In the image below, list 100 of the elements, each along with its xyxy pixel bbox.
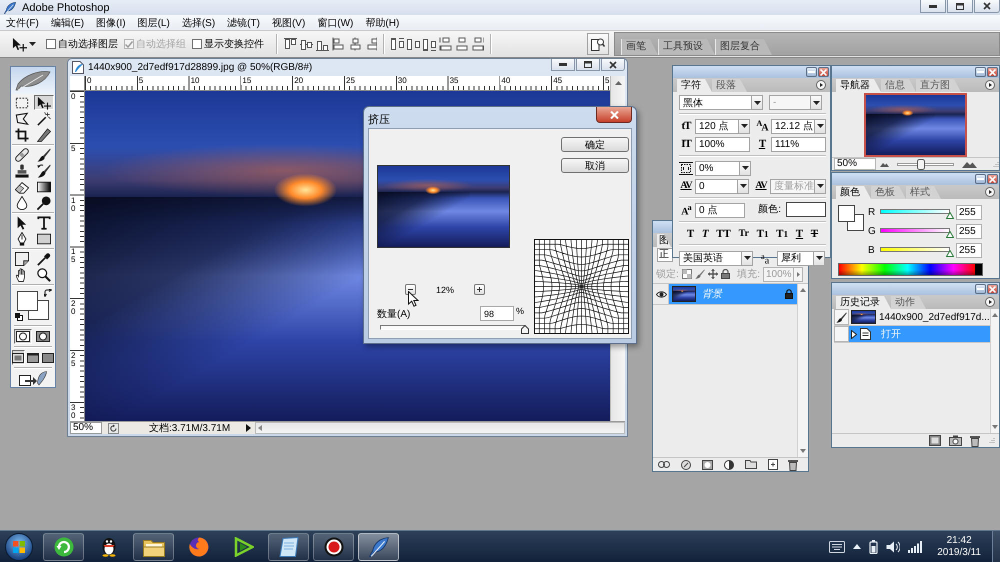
close-button[interactable] [987,284,998,294]
menu-item[interactable]: 窗口(W) [313,16,358,30]
scroll-up-icon[interactable] [800,288,806,292]
tool-button[interactable] [34,95,54,110]
tool-button[interactable] [12,251,32,266]
distribute-bottom-icon[interactable] [423,37,436,51]
ruler-origin[interactable] [70,76,85,91]
chain-link-icon[interactable] [658,461,670,468]
trash-icon[interactable] [788,458,798,470]
zoom-field[interactable]: 50% [834,158,876,170]
swap-arrow-icon[interactable] [44,289,52,297]
trash-icon[interactable] [970,434,980,446]
screen-mode-button[interactable] [12,350,24,365]
panel-menu-icon[interactable] [985,297,995,307]
panel-tab[interactable]: 字符 [677,79,712,92]
vertical-scrollbar[interactable] [797,284,808,457]
menu-item[interactable]: 视图(V) [268,16,310,30]
photo-thumbnail[interactable] [864,92,967,156]
panel-menu-icon[interactable] [985,187,995,197]
battery-icon[interactable] [869,540,878,554]
color-swatch-icon[interactable] [786,202,826,217]
small-caps-button[interactable]: Tr [738,226,750,240]
checkbox-label[interactable]: 显示变换控件 [204,37,264,51]
mask-mode-button[interactable] [14,329,32,344]
checkbox-label[interactable]: 自动选择图层 [58,37,118,51]
palette-well-tab[interactable]: 工具预设 [658,39,715,55]
anti-alias-combobox[interactable]: 犀利 [777,250,826,266]
menu-item[interactable]: 图层(L) [134,16,174,30]
panel-tab[interactable]: 动作 [891,296,926,309]
foreground-swatch-icon[interactable] [17,291,38,311]
source-toggle[interactable] [834,309,849,325]
align-left-icon[interactable] [332,37,345,51]
small-mountain-icon[interactable] [880,162,889,166]
close-button[interactable] [987,174,998,184]
scroll-down-icon[interactable] [800,449,806,453]
scroll-left-icon[interactable] [258,425,262,431]
panel-menu-icon[interactable] [816,80,826,90]
amount-field[interactable]: 98 [480,306,514,321]
align-middle-icon[interactable] [300,37,313,51]
menu-item[interactable]: 滤镜(T) [223,16,264,30]
panel-tab[interactable]: 段落 [712,79,747,92]
speaker-icon[interactable] [886,540,900,554]
triangle-right-icon[interactable] [246,424,251,432]
start-button[interactable] [3,532,35,562]
mask-mode-button[interactable] [34,329,52,344]
camera-icon[interactable] [949,435,962,446]
slider-thumb[interactable] [946,250,954,256]
maximize-button[interactable] [576,59,600,71]
menu-item[interactable]: 帮助(H) [361,16,404,30]
minimize-button[interactable] [806,67,817,77]
show-desktop-button[interactable] [992,531,1000,562]
scroll-down-icon[interactable] [992,425,998,429]
circular-arrow-icon[interactable] [108,422,119,434]
panel-tab[interactable]: 样式 [906,186,941,199]
panel-tab[interactable]: 导航器 [836,79,881,92]
palette-well-tab[interactable]: 图层复合 [715,39,772,55]
source-toggle[interactable] [834,326,849,342]
scroll-up-icon[interactable] [614,81,622,85]
padlock-icon[interactable] [720,269,730,279]
move-cross-icon[interactable] [708,269,718,279]
zoom-field[interactable]: 50% [70,422,102,434]
channel-value-field[interactable]: 255 [956,243,982,258]
close-button[interactable] [974,0,1000,13]
screen-mode-button[interactable] [42,350,54,365]
slider-thumb[interactable] [946,230,954,238]
tsume-combobox[interactable]: 0% [695,160,751,176]
feather-icon[interactable] [15,70,51,92]
leading-combobox[interactable]: 12.12 点 [771,118,826,134]
horizontal-ruler[interactable]: 0 5 10 15 20 25 30 35 40 45 5 [85,76,610,91]
panel-menu-icon[interactable] [985,80,995,90]
panel-tab[interactable]: 颜色 [836,186,871,199]
slider-thumb[interactable] [946,212,954,218]
close-button[interactable] [987,67,998,77]
underline-button[interactable]: T [794,226,804,240]
panel-tab[interactable]: 信息 [881,79,916,92]
taskbar-button[interactable] [133,532,174,560]
brush-icon[interactable] [694,269,705,279]
font-family-combobox[interactable]: 黑体 [679,95,763,110]
minimize-button[interactable] [975,284,986,294]
horizontal-scale-field[interactable]: 111% [771,136,826,152]
maximize-button[interactable] [947,0,973,13]
baseline-shift-field[interactable]: 0 点 [695,202,746,218]
taskbar-button[interactable] [43,532,84,560]
panel-tab[interactable]: 历史记录 [836,296,891,309]
minimize-button[interactable] [975,67,986,77]
menu-item[interactable]: 选择(S) [178,16,220,30]
close-button[interactable] [601,59,625,71]
keyboard-icon[interactable] [829,540,846,552]
palette-well-tab[interactable]: 画笔 [621,39,658,55]
blend-mode-combobox[interactable]: 正 [657,248,673,262]
slashed-circle-icon[interactable] [681,460,692,470]
channel-value-field[interactable]: 255 [956,205,982,220]
vertical-scale-field[interactable]: 100% [695,136,750,152]
amount-slider[interactable] [377,324,529,334]
checkbox[interactable] [192,39,202,49]
ok-button[interactable]: 确定 [561,137,629,152]
checkbox[interactable] [46,39,56,49]
color-spectrum[interactable] [838,263,983,276]
screen-mode-button[interactable] [26,350,40,365]
close-button[interactable] [818,67,829,77]
